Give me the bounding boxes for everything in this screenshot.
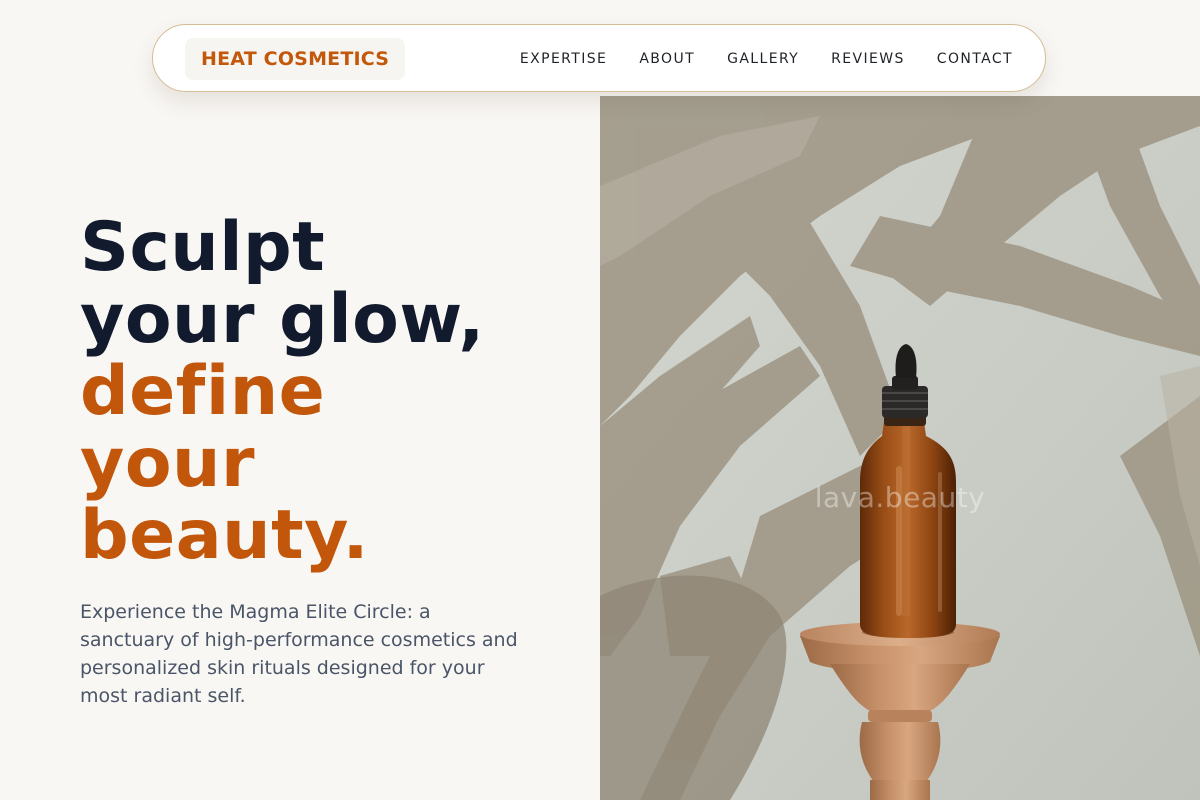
headline-accent-line: your (80, 424, 255, 503)
nav-link-contact[interactable]: CONTACT (937, 51, 1013, 67)
brand-name: HEAT COSMETICS (201, 48, 390, 70)
nav-links: EXPERTISE ABOUT GALLERY REVIEWS CONTACT (488, 25, 1013, 93)
nav-link-expertise[interactable]: EXPERTISE (520, 51, 607, 67)
headline-accent-line: beauty. (80, 496, 370, 575)
headline-line: your glow, (80, 280, 485, 359)
hero-product-image: lava.beauty (600, 96, 1200, 800)
headline-line: Sculpt (80, 208, 326, 287)
image-watermark: lava.beauty (814, 481, 986, 514)
nav-link-gallery[interactable]: GALLERY (727, 51, 799, 67)
hero-headline: Sculpt your glow, define your beauty. (80, 212, 485, 572)
nav-link-about[interactable]: ABOUT (639, 51, 695, 67)
landing-page: lava.beauty HEAT COSMETICS EXPERTISE ABO… (0, 0, 1200, 800)
brand-logo[interactable]: HEAT COSMETICS (185, 38, 406, 80)
headline-accent-line: define (80, 352, 326, 431)
top-navbar: HEAT COSMETICS EXPERTISE ABOUT GALLERY R… (152, 24, 1046, 92)
nav-link-reviews[interactable]: REVIEWS (831, 51, 905, 67)
hero-description: Experience the Magma Elite Circle: a san… (80, 601, 518, 707)
serum-bottle-photo (600, 96, 1200, 800)
